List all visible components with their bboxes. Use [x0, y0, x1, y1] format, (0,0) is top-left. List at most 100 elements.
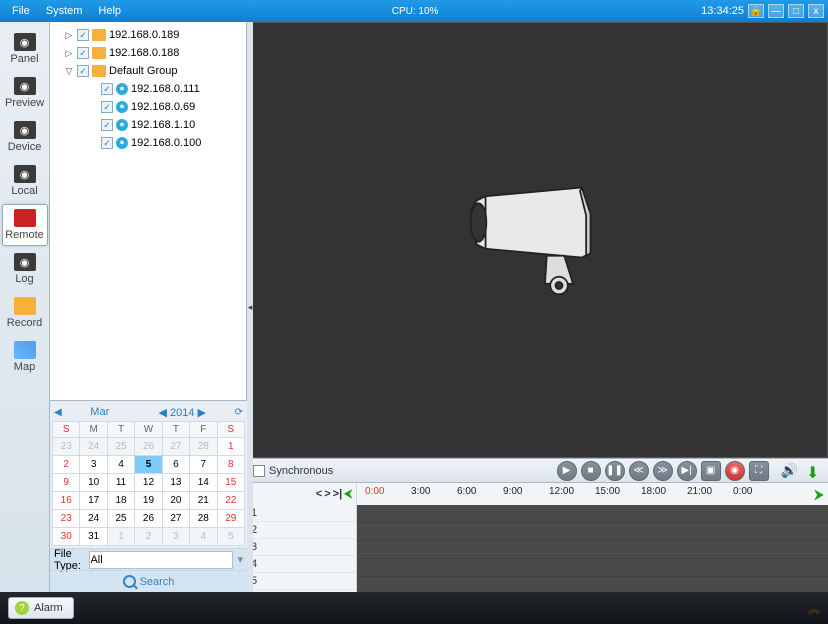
calendar-day[interactable]: 19 — [135, 492, 162, 510]
calendar-day[interactable]: 25 — [107, 510, 134, 528]
menu-file[interactable]: File — [4, 3, 38, 19]
calendar-day[interactable]: 28 — [190, 438, 217, 456]
sidebar-item-remote[interactable]: Remote — [2, 204, 48, 246]
synchronous-checkbox[interactable] — [253, 465, 265, 477]
panel-splitter[interactable]: ◂ — [247, 22, 253, 592]
expander-icon[interactable]: ▷ — [64, 48, 74, 59]
calendar-day[interactable]: 3 — [80, 456, 107, 474]
calendar-day[interactable]: 27 — [162, 510, 189, 528]
sidebar-item-device[interactable]: ◉Device — [2, 116, 48, 158]
tl-step-back-icon[interactable]: >| — [333, 488, 343, 500]
timeline-scale[interactable]: ⮞ 0:003:006:009:0012:0015:0018:0021:000:… — [357, 483, 828, 505]
play-button[interactable]: ▶ — [557, 461, 577, 481]
sidebar-item-record[interactable]: Record — [2, 292, 48, 334]
rewind-button[interactable]: ≪ — [629, 461, 649, 481]
calendar-day[interactable]: 1 — [107, 528, 134, 546]
search-button[interactable]: Search — [50, 570, 247, 592]
tl-prev-icon[interactable]: > — [324, 488, 330, 500]
fast-forward-button[interactable]: ≫ — [653, 461, 673, 481]
calendar-day[interactable]: 1 — [217, 438, 244, 456]
step-button[interactable]: ▶| — [677, 461, 697, 481]
calendar-day[interactable]: 20 — [162, 492, 189, 510]
checkbox[interactable]: ✓ — [101, 101, 113, 113]
tl-back-green-icon[interactable]: ⮜ — [344, 488, 352, 501]
tree-node[interactable]: ✓⏺192.168.0.69 — [52, 98, 244, 116]
calendar-day[interactable]: 26 — [135, 438, 162, 456]
video-preview-area[interactable] — [247, 22, 828, 458]
calendar-day[interactable]: 25 — [107, 438, 134, 456]
sidebar-item-local[interactable]: ◉Local — [2, 160, 48, 202]
channel-row[interactable]: 2 — [247, 522, 356, 539]
checkbox[interactable]: ✓ — [77, 29, 89, 41]
calendar-day[interactable]: 10 — [80, 474, 107, 492]
tl-first-icon[interactable]: < — [316, 488, 322, 500]
tree-node[interactable]: ✓⏺192.168.0.111 — [52, 80, 244, 98]
sidebar-item-log[interactable]: ◉Log — [2, 248, 48, 290]
checkbox[interactable]: ✓ — [101, 137, 113, 149]
chevron-down-icon[interactable]: ▾ — [237, 553, 243, 566]
pause-button[interactable]: ❚❚ — [605, 461, 625, 481]
alarm-button[interactable]: ? Alarm — [8, 597, 74, 619]
calendar-day[interactable]: 23 — [53, 438, 80, 456]
calendar-day[interactable]: 8 — [217, 456, 244, 474]
tree-node[interactable]: ▷✓192.168.0.189 — [52, 26, 244, 44]
checkbox[interactable]: ✓ — [77, 47, 89, 59]
calendar-day[interactable]: 2 — [53, 456, 80, 474]
snapshot-button[interactable]: ▣ — [701, 461, 721, 481]
calendar-day[interactable]: 13 — [162, 474, 189, 492]
channel-row[interactable]: 3 — [247, 539, 356, 556]
tree-node[interactable]: ▷✓192.168.0.188 — [52, 44, 244, 62]
record-toggle-button[interactable]: ◉ — [725, 461, 745, 481]
refresh-calendar-icon[interactable]: ⟳ — [233, 407, 245, 418]
sidebar-item-preview[interactable]: ◉Preview — [2, 72, 48, 114]
calendar-day[interactable]: 30 — [53, 528, 80, 546]
stop-button[interactable]: ■ — [581, 461, 601, 481]
calendar-day[interactable]: 6 — [162, 456, 189, 474]
channel-row[interactable]: 1 — [247, 505, 356, 522]
channel-row[interactable]: 5 — [247, 573, 356, 590]
lock-icon[interactable]: 🔒 — [748, 4, 764, 18]
calendar-day[interactable]: 14 — [190, 474, 217, 492]
calendar-day[interactable]: 28 — [190, 510, 217, 528]
checkbox[interactable]: ✓ — [101, 83, 113, 95]
calendar-day[interactable]: 21 — [190, 492, 217, 510]
file-type-select[interactable] — [89, 551, 233, 569]
maximize-button[interactable]: □ — [788, 4, 804, 18]
calendar-day[interactable]: 26 — [135, 510, 162, 528]
calendar-day[interactable]: 7 — [190, 456, 217, 474]
timeline-tracks[interactable] — [357, 505, 828, 592]
fullscreen-button[interactable]: ⛶ — [749, 461, 769, 481]
calendar-day[interactable]: 11 — [107, 474, 134, 492]
calendar-day[interactable]: 3 — [162, 528, 189, 546]
calendar-day[interactable]: 23 — [53, 510, 80, 528]
channel-row[interactable]: 4 — [247, 556, 356, 573]
tree-node[interactable]: ✓⏺192.168.0.100 — [52, 134, 244, 152]
expander-icon[interactable]: ▷ — [64, 30, 74, 41]
calendar-day[interactable]: 4 — [107, 456, 134, 474]
calendar-day[interactable]: 5 — [217, 528, 244, 546]
calendar-day[interactable]: 12 — [135, 474, 162, 492]
volume-icon[interactable]: 🔊 — [781, 462, 798, 479]
calendar-day[interactable]: 17 — [80, 492, 107, 510]
checkbox[interactable]: ✓ — [101, 119, 113, 131]
sidebar-item-map[interactable]: Map — [2, 336, 48, 378]
calendar-day[interactable]: 22 — [217, 492, 244, 510]
download-arrow-icon[interactable]: ⬇ — [806, 463, 822, 479]
sidebar-item-panel[interactable]: ◉Panel — [2, 28, 48, 70]
calendar-day[interactable]: 18 — [107, 492, 134, 510]
checkbox[interactable]: ✓ — [77, 65, 89, 77]
expander-icon[interactable]: ▽ — [64, 66, 74, 77]
calendar-day[interactable]: 5 — [135, 456, 162, 474]
calendar-day[interactable]: 31 — [80, 528, 107, 546]
calendar-day[interactable]: 4 — [190, 528, 217, 546]
menu-help[interactable]: Help — [90, 3, 129, 19]
calendar-day[interactable]: 16 — [53, 492, 80, 510]
calendar-day[interactable]: 24 — [80, 438, 107, 456]
tree-node[interactable]: ✓⏺192.168.1.10 — [52, 116, 244, 134]
calendar-day[interactable]: 27 — [162, 438, 189, 456]
prev-month-button[interactable]: ◀ — [52, 407, 64, 418]
close-button[interactable]: x — [808, 4, 824, 18]
minimize-button[interactable]: — — [768, 4, 784, 18]
menu-system[interactable]: System — [38, 3, 91, 19]
calendar-day[interactable]: 2 — [135, 528, 162, 546]
